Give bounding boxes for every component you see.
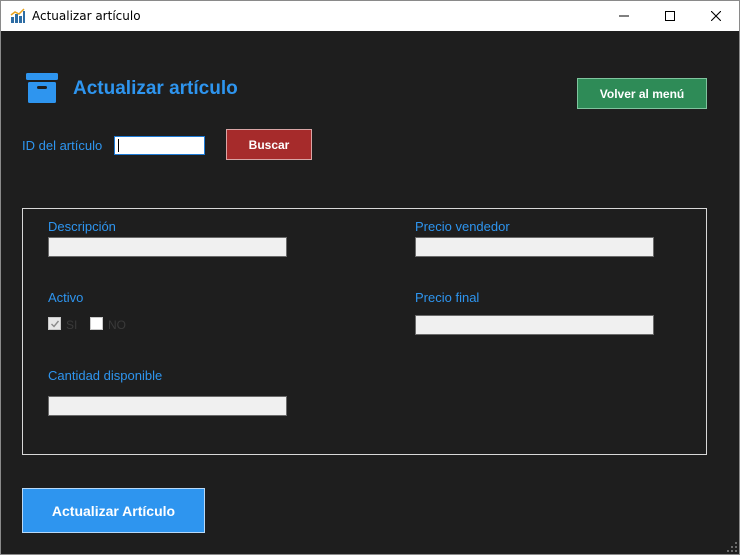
quantity-label: Cantidad disponible (48, 368, 163, 383)
client-area: Actualizar artículo Volver al menú ID de… (1, 31, 739, 554)
archive-box-icon (26, 73, 58, 103)
article-id-label: ID del artículo (22, 138, 103, 153)
active-yes-label: SI (66, 318, 78, 332)
app-window: Actualizar artículo Actualizar artículo … (0, 0, 740, 555)
close-button[interactable] (693, 1, 739, 31)
final-price-field[interactable] (415, 315, 654, 335)
final-price-label: Precio final (415, 290, 480, 305)
active-no-checkbox[interactable] (90, 317, 103, 330)
checkmark-icon (51, 320, 60, 328)
description-field[interactable] (48, 237, 287, 257)
minimize-icon (619, 15, 629, 17)
search-button[interactable]: Buscar (226, 129, 312, 160)
title-bar[interactable]: Actualizar artículo (1, 1, 739, 31)
article-details-group: Descripción Precio vendedor Activo SI NO… (22, 208, 707, 455)
description-label: Descripción (48, 219, 116, 234)
maximize-icon (665, 11, 675, 21)
seller-price-label: Precio vendedor (415, 219, 510, 234)
article-id-input[interactable] (114, 136, 205, 155)
active-yes-checkbox[interactable] (48, 317, 61, 330)
close-icon (711, 11, 721, 21)
minimize-button[interactable] (601, 1, 647, 31)
back-to-menu-button[interactable]: Volver al menú (577, 78, 707, 109)
quantity-field[interactable] (48, 396, 287, 416)
active-no-label: NO (108, 318, 126, 332)
chart-app-icon (10, 8, 25, 23)
seller-price-field[interactable] (415, 237, 654, 257)
resize-grip-icon[interactable] (727, 542, 737, 552)
active-label: Activo (48, 290, 84, 305)
page-title: Actualizar artículo (73, 78, 238, 99)
text-caret (118, 139, 119, 152)
maximize-button[interactable] (647, 1, 693, 31)
window-title: Actualizar artículo (32, 9, 141, 23)
update-article-button[interactable]: Actualizar Artículo (22, 488, 205, 533)
